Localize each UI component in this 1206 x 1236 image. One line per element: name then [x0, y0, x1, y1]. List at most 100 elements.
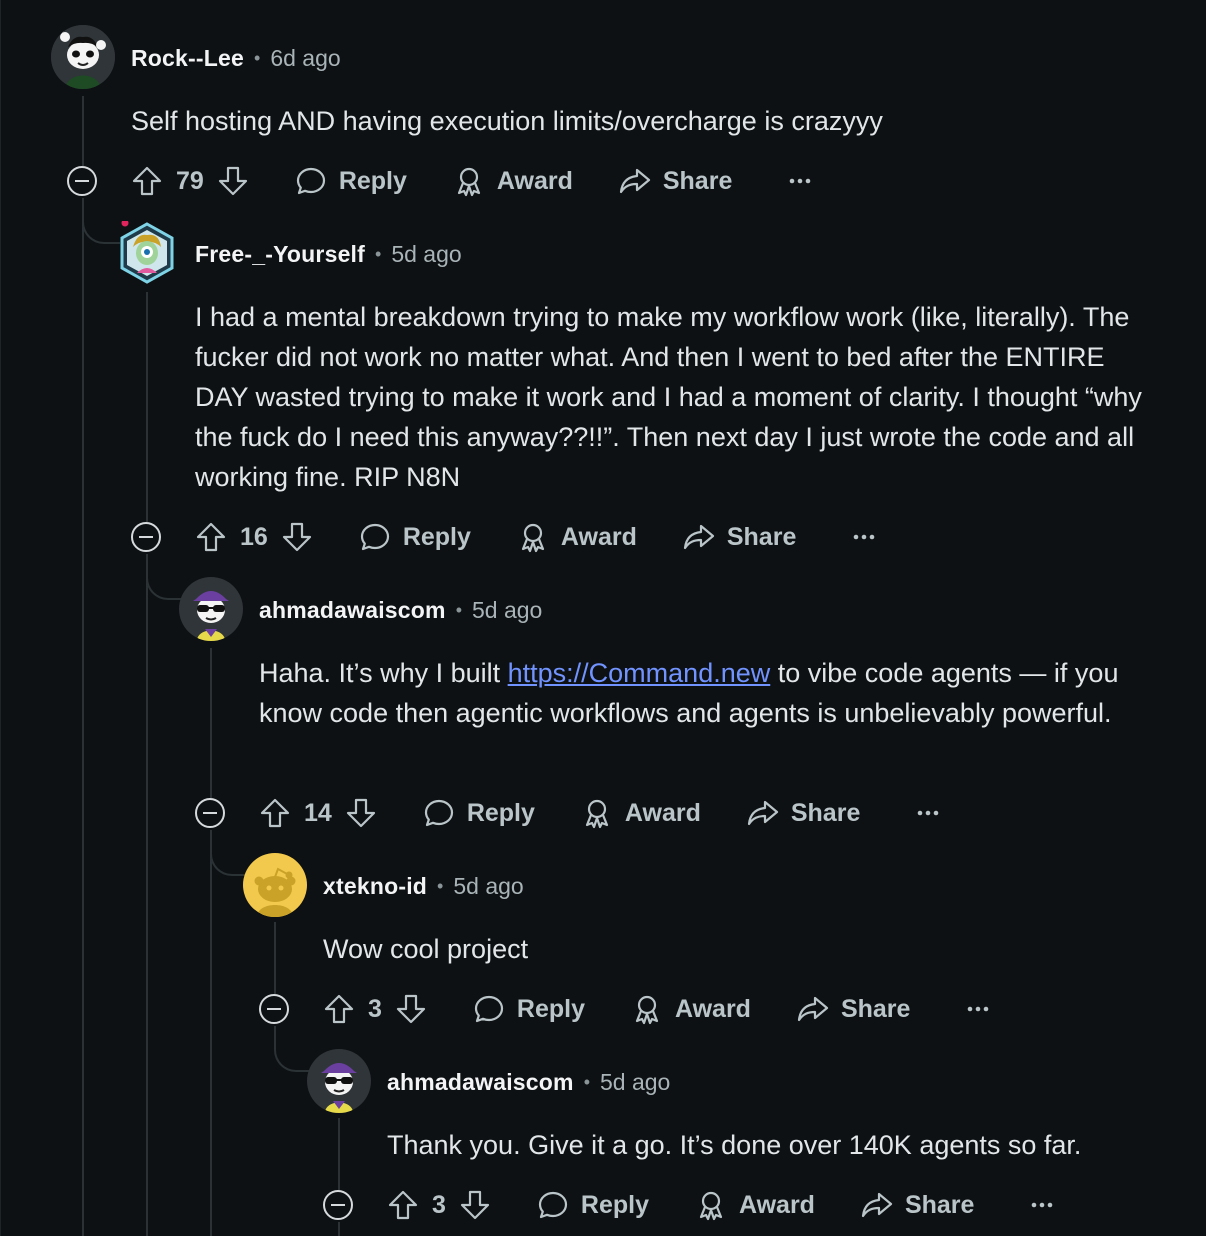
- award-label: Award: [624, 798, 701, 827]
- comment-body: Self hosting AND having execution limits…: [131, 106, 883, 136]
- thread-line[interactable]: [338, 1222, 340, 1236]
- thread-line[interactable]: [146, 292, 148, 522]
- upvote-icon[interactable]: [195, 521, 227, 553]
- comment-action-bar: 14 Reply Award Share: [259, 791, 940, 835]
- ellipsis-icon: [968, 1006, 989, 1012]
- comment-timestamp[interactable]: 6d ago: [270, 45, 340, 72]
- comment-username[interactable]: xtekno-id: [323, 873, 427, 900]
- meta-separator: •: [437, 875, 444, 896]
- share-icon: [797, 996, 829, 1022]
- comment-timestamp[interactable]: 5d ago: [391, 241, 461, 268]
- comment-bubble-icon: [424, 799, 453, 827]
- upvote-icon[interactable]: [387, 1189, 419, 1221]
- share-button[interactable]: Share: [797, 993, 910, 1025]
- comment-text: Haha. It’s why I built: [259, 658, 508, 688]
- collapse-thread-button[interactable]: [259, 994, 289, 1024]
- thread-line[interactable]: [82, 198, 84, 1236]
- award-button[interactable]: Award: [581, 797, 701, 829]
- share-button[interactable]: Share: [683, 521, 796, 553]
- reply-button[interactable]: Reply: [359, 521, 471, 553]
- comment-action-bar: 79 Reply Award Share: [131, 159, 812, 203]
- panda-snoo-avatar[interactable]: [51, 25, 115, 89]
- award-button[interactable]: Award: [517, 521, 637, 553]
- downvote-icon[interactable]: [395, 993, 427, 1025]
- comment-timestamp[interactable]: 5d ago: [600, 1069, 670, 1096]
- meta-separator: •: [455, 599, 462, 620]
- thread-line[interactable]: [338, 1118, 340, 1190]
- award-button[interactable]: Award: [695, 1189, 815, 1221]
- upvote-icon[interactable]: [259, 797, 291, 829]
- share-label: Share: [726, 522, 797, 551]
- downvote-icon[interactable]: [217, 165, 249, 197]
- meta-separator: •: [254, 47, 261, 68]
- minus-icon: [75, 180, 89, 182]
- downvote-icon[interactable]: [459, 1189, 491, 1221]
- comment-action-bar: 3 Reply Award Share: [387, 1183, 1054, 1227]
- thread-line[interactable]: [146, 554, 148, 1236]
- comment-username[interactable]: ahmadawaiscom: [259, 597, 446, 624]
- thread-line[interactable]: [82, 96, 84, 166]
- reply-button[interactable]: Reply: [295, 165, 407, 197]
- downvote-icon[interactable]: [345, 797, 377, 829]
- share-button[interactable]: Share: [861, 1189, 974, 1221]
- comment-bubble-icon: [296, 167, 325, 195]
- command-new-link[interactable]: https://Command.new: [508, 658, 771, 688]
- collapse-thread-button[interactable]: [323, 1190, 353, 1220]
- reply-label: Reply: [466, 798, 535, 827]
- more-options-button[interactable]: [916, 809, 940, 817]
- thread-line[interactable]: [210, 648, 212, 798]
- more-options-button[interactable]: [852, 533, 876, 541]
- minus-icon: [139, 536, 153, 538]
- more-options-button[interactable]: [966, 1005, 990, 1013]
- comment-timestamp[interactable]: 5d ago: [453, 873, 523, 900]
- comment-bubble-icon: [538, 1191, 568, 1219]
- comment-username[interactable]: Free-_-Yourself: [195, 241, 365, 268]
- comment-body: Wow cool project: [323, 934, 529, 964]
- reply-label: Reply: [516, 994, 585, 1023]
- purple-cap-sunglasses-avatar[interactable]: [179, 577, 243, 641]
- upvote-icon[interactable]: [323, 993, 355, 1025]
- minus-icon: [331, 1204, 345, 1206]
- comment-body: I had a mental breakdown trying to make …: [195, 302, 1142, 492]
- share-icon: [619, 168, 650, 194]
- share-label: Share: [662, 166, 733, 195]
- more-options-button[interactable]: [1030, 1201, 1054, 1209]
- collapse-thread-button[interactable]: [67, 166, 97, 196]
- award-button[interactable]: Award: [631, 993, 751, 1025]
- more-options-button[interactable]: [788, 177, 812, 185]
- award-icon: [699, 1191, 723, 1221]
- reply-button[interactable]: Reply: [473, 993, 585, 1025]
- collapse-thread-button[interactable]: [195, 798, 225, 828]
- reply-button[interactable]: Reply: [537, 1189, 649, 1221]
- thread-line[interactable]: [210, 830, 212, 1236]
- comment-body: Haha. It’s why I built https://Command.n…: [259, 653, 1149, 733]
- award-button[interactable]: Award: [453, 165, 573, 197]
- purple-cap-sunglasses-avatar[interactable]: [307, 1049, 371, 1113]
- share-label: Share: [790, 798, 861, 827]
- thread-branch: [210, 830, 248, 876]
- meta-separator: •: [583, 1071, 590, 1092]
- hexagon-nft-avatar[interactable]: [115, 219, 179, 285]
- comment-username[interactable]: Rock--Lee: [131, 45, 244, 72]
- award-icon: [635, 995, 659, 1025]
- comment-username[interactable]: ahmadawaiscom: [387, 1069, 574, 1096]
- share-button[interactable]: Share: [747, 797, 860, 829]
- comment-timestamp[interactable]: 5d ago: [472, 597, 542, 624]
- ellipsis-icon: [1032, 1202, 1053, 1208]
- share-icon: [861, 1192, 893, 1218]
- default-snoo-avatar[interactable]: [243, 853, 307, 917]
- reply-button[interactable]: Reply: [423, 797, 535, 829]
- upvote-icon[interactable]: [131, 165, 163, 197]
- vote-group: 3: [387, 1189, 491, 1221]
- downvote-icon[interactable]: [281, 521, 313, 553]
- share-icon: [683, 524, 714, 550]
- comment-body: Thank you. Give it a go. It’s done over …: [387, 1130, 1082, 1160]
- share-icon: [747, 800, 778, 826]
- ellipsis-icon: [854, 534, 875, 540]
- thread-line[interactable]: [274, 922, 276, 994]
- minus-icon: [203, 812, 217, 814]
- vote-score: 16: [240, 522, 268, 551]
- share-button[interactable]: Share: [619, 165, 732, 197]
- collapse-thread-button[interactable]: [131, 522, 161, 552]
- vote-score: 3: [368, 994, 382, 1023]
